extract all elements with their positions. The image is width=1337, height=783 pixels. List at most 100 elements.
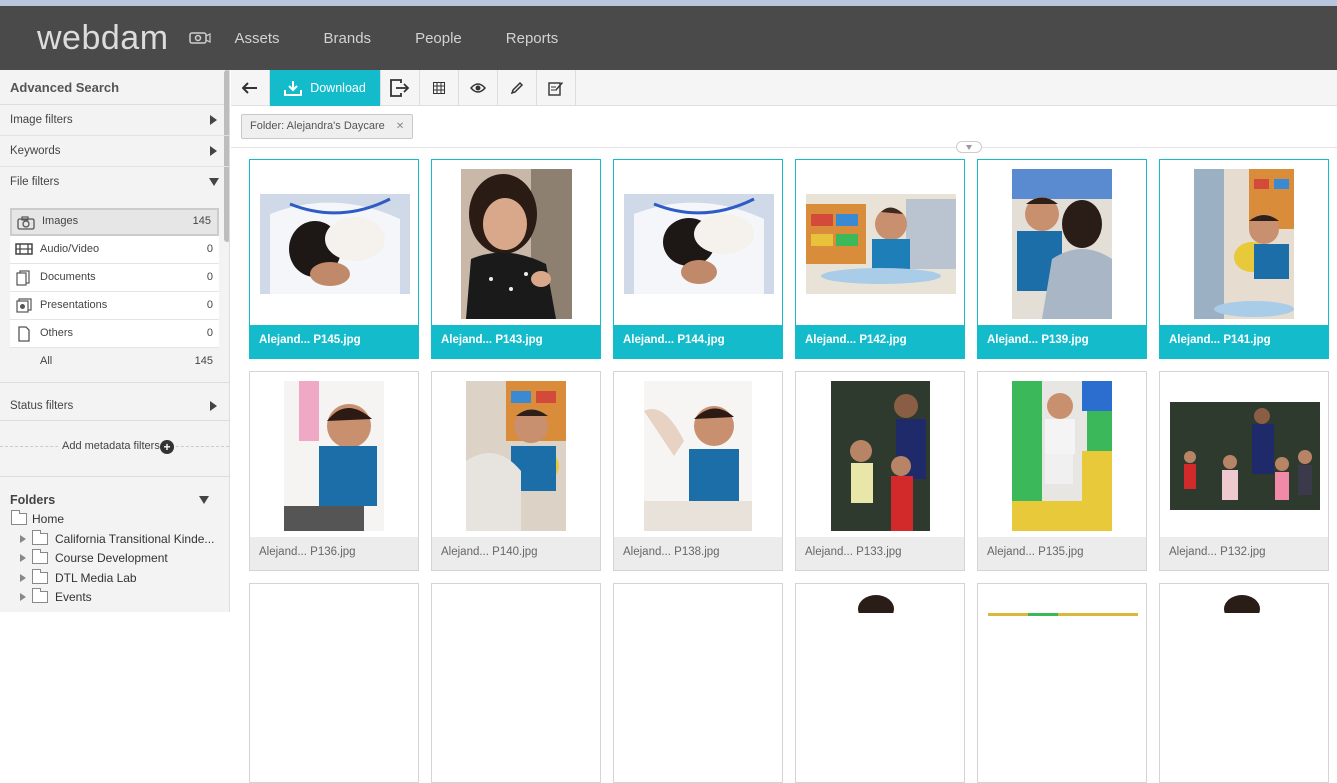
folder-tree: Home California Transitional Kinde... Co…: [0, 507, 229, 609]
file-type-label: Images: [42, 215, 79, 227]
asset-card[interactable]: Alejand... P141.jpg: [1159, 159, 1329, 359]
active-filter-bar: Folder: Alejandra's Daycare ✕: [231, 106, 1337, 153]
asset-card[interactable]: Alejand... P139.jpg: [977, 159, 1147, 359]
asset-thumbnail[interactable]: [806, 194, 956, 294]
asset-thumbnail[interactable]: [1194, 169, 1294, 319]
asset-filename: Alejand... P132.jpg: [1160, 537, 1328, 570]
preview-button[interactable]: [459, 70, 498, 106]
edit-button[interactable]: [498, 70, 537, 106]
file-type-count: 0: [206, 243, 213, 255]
chevron-down-icon: [199, 496, 209, 504]
asset-card[interactable]: Alejand... P145.jpg: [249, 159, 419, 359]
asset-thumbnail[interactable]: [260, 194, 410, 294]
folder-filter-label: Folder: Alejandra's Daycare: [250, 120, 385, 132]
folder-events[interactable]: Events: [0, 588, 229, 609]
expand-arrow-icon[interactable]: [20, 554, 26, 562]
close-icon[interactable]: ✕: [396, 121, 404, 132]
asset-filename: Alejand... P135.jpg: [978, 537, 1146, 570]
expand-arrow-icon[interactable]: [20, 534, 26, 543]
folder-label: DTL Media Lab: [55, 570, 137, 585]
folder-california-transitional[interactable]: California Transitional Kinde...: [0, 529, 229, 551]
camera-icon: [17, 216, 35, 230]
film-icon: [15, 242, 33, 256]
expand-arrow-icon[interactable]: [20, 593, 26, 601]
file-type-count: 0: [206, 327, 213, 339]
folder-filter-chip[interactable]: Folder: Alejandra's Daycare ✕: [241, 114, 414, 139]
asset-thumbnail[interactable]: [988, 608, 1138, 616]
collapse-toggle[interactable]: [956, 141, 982, 153]
file-type-audio-video[interactable]: Audio/Video 0: [10, 236, 219, 264]
add-metadata-filters[interactable]: Add metadata filters +: [0, 421, 229, 477]
back-button[interactable]: [231, 70, 270, 106]
folder-dtl-media-lab[interactable]: DTL Media Lab: [0, 568, 229, 590]
asset-card[interactable]: [249, 583, 419, 783]
asset-card[interactable]: [795, 583, 965, 783]
file-type-all[interactable]: All 145: [10, 348, 219, 376]
download-button[interactable]: Download: [270, 70, 381, 106]
plus-circle-icon[interactable]: +: [160, 440, 174, 454]
asset-thumbnail[interactable]: [1012, 169, 1112, 319]
grid-view-button[interactable]: [420, 70, 459, 106]
status-filters-toggle[interactable]: Status filters: [0, 391, 229, 421]
folder-course-development[interactable]: Course Development: [0, 549, 229, 570]
file-type-documents[interactable]: Documents 0: [10, 264, 219, 292]
asset-card[interactable]: [1159, 583, 1329, 783]
asset-card[interactable]: Alejand... P142.jpg: [795, 159, 965, 359]
asset-thumbnail[interactable]: [831, 381, 930, 531]
download-icon: [284, 81, 303, 96]
file-type-others[interactable]: Others 0: [10, 320, 219, 348]
eye-icon: [470, 83, 486, 93]
asset-filename: Alejand... P133.jpg: [796, 537, 964, 570]
file-type-presentations[interactable]: Presentations 0: [10, 292, 219, 320]
chevron-right-icon: [210, 115, 217, 125]
asset-thumbnail[interactable]: [1170, 402, 1320, 510]
asset-card[interactable]: Alejand... P132.jpg: [1159, 371, 1329, 571]
share-button[interactable]: [381, 70, 420, 106]
folders-header[interactable]: Folders: [0, 477, 229, 507]
folder-home[interactable]: Home: [0, 510, 229, 531]
asset-card[interactable]: [613, 583, 783, 783]
chevron-right-icon: [210, 401, 217, 411]
asset-thumbnail[interactable]: [624, 194, 774, 294]
asset-card[interactable]: Alejand... P140.jpg: [431, 371, 601, 571]
asset-card[interactable]: [977, 583, 1147, 783]
asset-card[interactable]: Alejand... P133.jpg: [795, 371, 965, 571]
chevron-right-icon: [210, 146, 217, 156]
asset-thumbnail[interactable]: [1194, 593, 1294, 613]
file-filters-toggle[interactable]: File filters: [0, 167, 229, 198]
folder-icon: [11, 510, 27, 525]
image-filters-toggle[interactable]: Image filters: [0, 105, 229, 136]
asset-card[interactable]: Alejand... P135.jpg: [977, 371, 1147, 571]
asset-card[interactable]: [431, 583, 601, 783]
nav-brands[interactable]: Brands: [324, 30, 372, 47]
asset-thumbnail[interactable]: [644, 381, 752, 531]
preview-eye-icon[interactable]: [188, 31, 211, 45]
asset-filename: Alejand... P140.jpg: [432, 537, 600, 570]
asset-thumbnail[interactable]: [831, 593, 930, 613]
nav-reports[interactable]: Reports: [506, 30, 559, 47]
asset-card[interactable]: Alejand... P143.jpg: [431, 159, 601, 359]
asset-thumbnail[interactable]: [461, 169, 572, 319]
asset-filename: Alejand... P145.jpg: [250, 325, 418, 358]
asset-thumbnail[interactable]: [466, 381, 566, 531]
nav-assets[interactable]: Assets: [235, 30, 280, 47]
nav-people[interactable]: People: [415, 30, 462, 47]
asset-card[interactable]: Alejand... P138.jpg: [613, 371, 783, 571]
edit-metadata-button[interactable]: [537, 70, 576, 106]
asset-card[interactable]: Alejand... P136.jpg: [249, 371, 419, 571]
image-filters-label: Image filters: [10, 114, 73, 126]
file-type-images[interactable]: Images 145: [10, 208, 219, 236]
file-type-label: Documents: [40, 271, 96, 283]
asset-thumbnail[interactable]: [284, 381, 384, 531]
file-type-label: All: [40, 355, 53, 367]
keywords-toggle[interactable]: Keywords: [0, 136, 229, 167]
presentation-icon: [15, 298, 33, 313]
asset-thumbnail[interactable]: [1012, 381, 1112, 531]
folders-title: Folders: [10, 493, 56, 507]
note-edit-icon: [548, 82, 563, 96]
asset-card[interactable]: Alejand... P144.jpg: [613, 159, 783, 359]
expand-arrow-icon[interactable]: [20, 573, 26, 582]
download-label: Download: [310, 81, 366, 95]
webdam-logo[interactable]: webdam: [37, 19, 169, 58]
folder-icon: [32, 588, 48, 603]
